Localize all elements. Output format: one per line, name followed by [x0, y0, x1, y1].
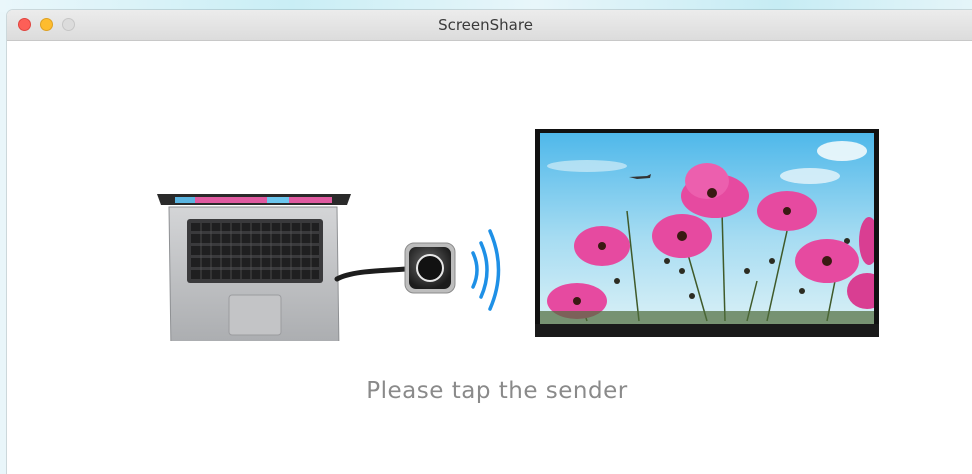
title-bar[interactable]: ScreenShare — [7, 10, 972, 41]
wireless-signal-icon — [471, 229, 501, 311]
display-screen-icon — [535, 129, 879, 337]
sender-dongle-icon — [404, 242, 456, 294]
screenshare-illustration — [157, 129, 879, 341]
usb-cable — [334, 266, 410, 282]
main-content: Please tap the sender — [7, 41, 972, 474]
status-message: Please tap the sender — [366, 378, 628, 404]
app-window: ScreenShare Please tap the sender — [7, 10, 972, 474]
laptop-icon — [157, 194, 351, 341]
window-title: ScreenShare — [438, 16, 533, 34]
